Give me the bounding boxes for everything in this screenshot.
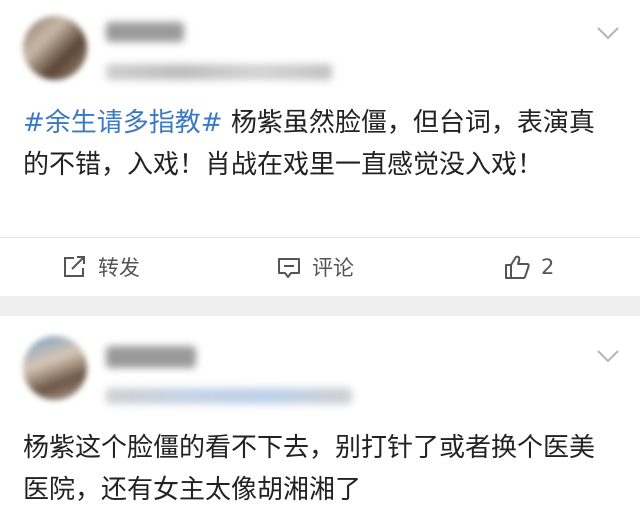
post-content: 杨紫这个脸僵的看不下去，别打针了或者换个医美医院，还有女主太像胡湘湘了 [23,427,613,511]
post-content: #余生请多指教# 杨紫虽然脸僵，但台词，表演真的不错，入戏！肖战在戏里一直感觉没… [23,102,613,186]
username-blurred[interactable] [106,346,196,368]
feed-post: 杨紫这个脸僵的看不下去，别打针了或者换个医美医院，还有女主太像胡湘湘了 [0,316,640,521]
thumbs-up-icon [505,255,530,279]
username-blurred[interactable] [106,22,184,42]
avatar[interactable] [23,336,87,400]
like-button[interactable]: 2 [503,238,554,296]
feed-post: #余生请多指教# 杨紫虽然脸僵，但台词，表演真的不错，入戏！肖战在戏里一直感觉没… [0,0,640,296]
chevron-down-icon[interactable] [596,348,620,364]
action-bar: 转发 评论 2 [0,238,640,296]
avatar[interactable] [23,16,87,80]
comment-label: 评论 [312,256,354,280]
post-meta-blurred [106,388,352,404]
post-text: 杨紫这个脸僵的看不下去，别打针了或者换个医美医院，还有女主太像胡湘湘了 [23,433,596,505]
chevron-down-icon[interactable] [596,25,620,41]
repost-label: 转发 [98,256,140,280]
hashtag-link[interactable]: #余生请多指教# [23,108,223,138]
post-separator [0,296,640,316]
comment-button[interactable]: 评论 [276,238,354,296]
like-count: 2 [541,255,555,279]
share-icon [64,256,85,277]
repost-button[interactable]: 转发 [62,238,140,296]
post-meta-blurred [106,64,332,80]
comment-icon [278,258,300,278]
